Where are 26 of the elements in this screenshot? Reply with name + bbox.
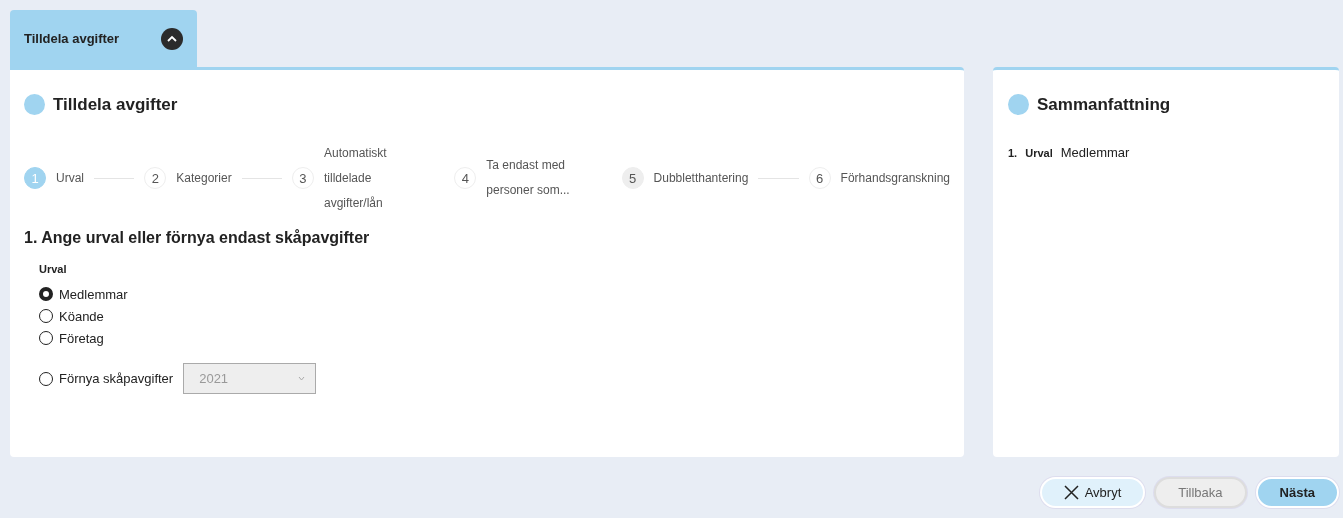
close-icon bbox=[1063, 485, 1079, 500]
radio-label[interactable]: Medlemmar bbox=[59, 286, 128, 302]
radio-button[interactable] bbox=[39, 287, 53, 301]
panel-title: Tilldela avgifter bbox=[53, 94, 178, 115]
group-label: Urval bbox=[39, 263, 68, 275]
step-label[interactable]: Ta endast med personer som... bbox=[486, 153, 582, 203]
summary-label: Urval bbox=[1025, 146, 1053, 159]
circle-icon bbox=[24, 94, 45, 115]
step-label[interactable]: Kategorier bbox=[176, 165, 232, 191]
cancel-button[interactable]: Avbryt bbox=[1039, 477, 1146, 508]
step-label[interactable]: Förhandsgranskning bbox=[840, 165, 950, 191]
circle-icon bbox=[1008, 94, 1029, 115]
summary-number: 1. bbox=[1008, 146, 1018, 159]
step-label[interactable]: Automatiskt tilldelade avgifter/lån bbox=[324, 140, 414, 216]
step-label[interactable]: Urval bbox=[56, 165, 84, 191]
step-label[interactable]: Dubbletthantering bbox=[653, 165, 749, 191]
summary-value: Medlemmar bbox=[1060, 145, 1130, 160]
collapse-toggle-icon[interactable] bbox=[161, 27, 183, 50]
caret-icon bbox=[298, 376, 306, 381]
primary-button[interactable]: Nästa bbox=[1255, 477, 1339, 508]
step-number[interactable]: 5 bbox=[621, 167, 644, 189]
section-title: 1. Ange urval eller förnya endast skåpavgifter bbox=[24, 229, 371, 247]
radio-label[interactable]: Företag bbox=[59, 330, 104, 346]
panel-title: Sammanfattning bbox=[1037, 94, 1171, 115]
section-tab[interactable]: Tilldela avgifter bbox=[10, 10, 197, 67]
radio-label[interactable]: Köande bbox=[59, 308, 104, 324]
